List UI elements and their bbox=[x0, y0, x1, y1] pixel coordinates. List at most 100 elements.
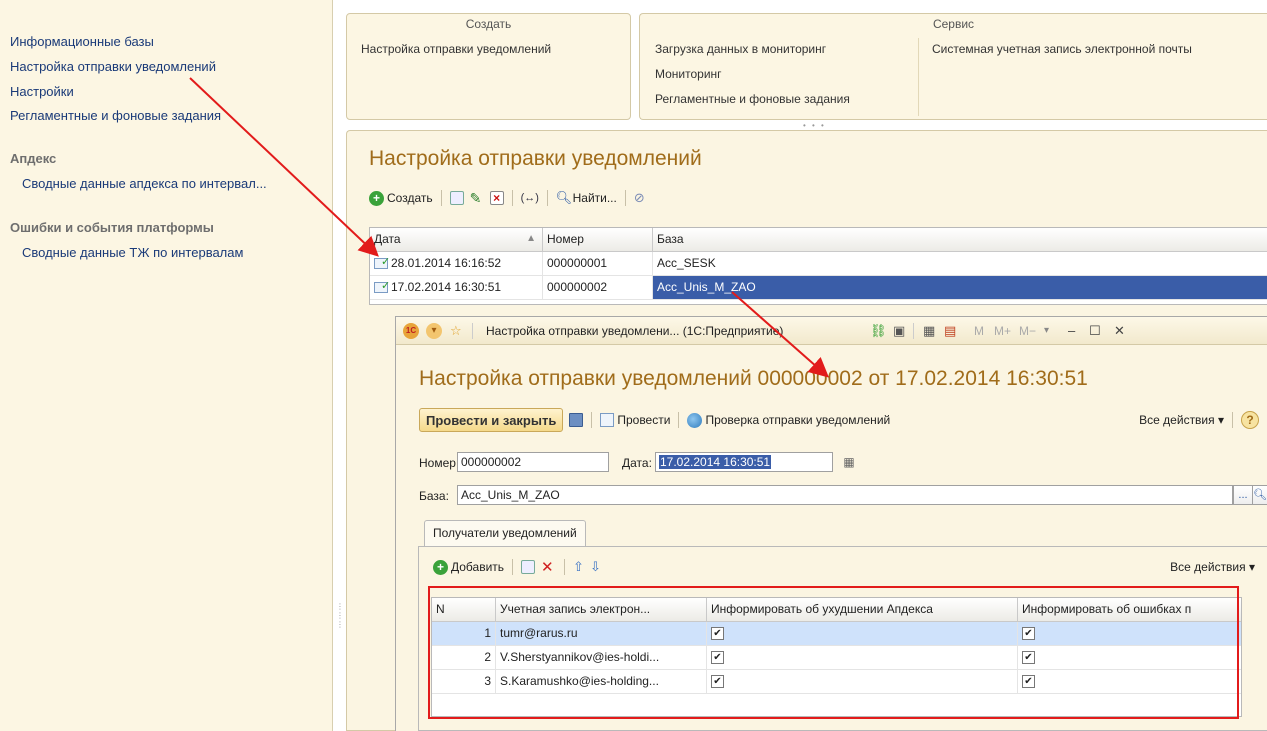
calculator-icon[interactable]: ▦ bbox=[923, 323, 935, 339]
help-icon[interactable]: ? bbox=[1241, 411, 1259, 429]
history-icon[interactable]: ▣ bbox=[893, 323, 905, 339]
errors-checkbox[interactable]: ✔ bbox=[1022, 675, 1035, 689]
delete-icon[interactable]: ✕ bbox=[541, 560, 556, 575]
minimize-icon[interactable]: – bbox=[1068, 323, 1075, 339]
check-notifications-button[interactable]: Проверка отправки уведомлений bbox=[687, 412, 891, 428]
tab-recipients[interactable]: Получатели уведомлений bbox=[424, 520, 586, 547]
column-base[interactable]: База bbox=[653, 228, 1267, 251]
document-toolbar: Провести и закрыть Провести Проверка отп… bbox=[419, 407, 1267, 433]
app-logo-icon[interactable]: 1C bbox=[403, 323, 419, 339]
add-button[interactable]: + Добавить bbox=[433, 559, 505, 575]
nav-link-infobases[interactable]: Информационные базы bbox=[10, 34, 154, 49]
recipients-toolbar: + Добавить ✕ ⇧ ⇩ Все действия ▾ bbox=[433, 557, 1255, 577]
toolbar-separator bbox=[564, 559, 566, 575]
errors-checkbox[interactable]: ✔ bbox=[1022, 627, 1035, 641]
cell-apdex: ✔ bbox=[707, 646, 1018, 669]
find-button[interactable]: 🔍︎ Найти... bbox=[555, 190, 617, 206]
menu-icon[interactable]: ▾ bbox=[426, 323, 442, 339]
column-date[interactable]: Дата ▲ bbox=[370, 228, 543, 251]
post-button[interactable]: Провести bbox=[600, 413, 670, 427]
service-load-monitoring[interactable]: Загрузка данных в мониторинг bbox=[655, 42, 826, 56]
create-notification-settings[interactable]: Настройка отправки уведомлений bbox=[361, 42, 551, 56]
table-all-actions-menu[interactable]: Все действия ▾ bbox=[1170, 560, 1255, 574]
add-button-label: Добавить bbox=[451, 560, 505, 574]
more-icon[interactable]: ▾ bbox=[1044, 323, 1049, 339]
post-and-close-button[interactable]: Провести и закрыть bbox=[419, 408, 564, 432]
column-errors-notify[interactable]: Информировать об ошибках п bbox=[1018, 598, 1241, 621]
list-header: Дата ▲ Номер База bbox=[370, 228, 1267, 252]
document-title: Настройка отправки уведомлений 000000002… bbox=[419, 367, 1088, 390]
document-window: 1C ▾ ☆ Настройка отправки уведомлени... … bbox=[395, 316, 1267, 731]
toolbar-separator bbox=[546, 190, 548, 206]
select-button[interactable]: ... bbox=[1233, 485, 1253, 505]
maximize-icon[interactable]: ☐ bbox=[1089, 323, 1101, 339]
toolbar-separator bbox=[591, 412, 593, 428]
check-notifications-label: Проверка отправки уведомлений bbox=[705, 413, 891, 427]
table-row-selected[interactable]: 1 tumr@rarus.ru ✔ ✔ bbox=[432, 622, 1241, 646]
create-button[interactable]: + Создать bbox=[369, 190, 433, 206]
favorite-star-icon[interactable]: ☆ bbox=[450, 323, 462, 339]
toolbar-separator bbox=[624, 190, 626, 206]
toolbar-separator bbox=[678, 412, 680, 428]
recipients-tab-body: + Добавить ✕ ⇧ ⇩ Все действия ▾ N Учетна… bbox=[418, 546, 1267, 731]
toolbar-separator bbox=[440, 190, 442, 206]
cell-apdex: ✔ bbox=[707, 622, 1018, 645]
list-form-title: Настройка отправки уведомлений bbox=[369, 147, 702, 170]
open-icon[interactable]: 🔍︎ bbox=[1252, 485, 1267, 505]
apdex-checkbox[interactable]: ✔ bbox=[711, 675, 724, 689]
service-monitoring[interactable]: Мониторинг bbox=[655, 67, 722, 81]
base-field[interactable]: Acc_Unis_M_ZAO bbox=[457, 485, 1233, 505]
copy-icon[interactable] bbox=[521, 560, 536, 574]
close-icon[interactable]: ✕ bbox=[1114, 323, 1125, 339]
find-button-label: Найти... bbox=[572, 191, 617, 205]
service-system-email-account[interactable]: Системная учетная запись электронной поч… bbox=[932, 42, 1192, 56]
table-row-selected[interactable]: 17.02.2014 16:30:51 000000002 Acc_Unis_M… bbox=[370, 276, 1267, 300]
cell-apdex: ✔ bbox=[707, 670, 1018, 693]
column-n[interactable]: N bbox=[432, 598, 496, 621]
all-actions-menu[interactable]: Все действия ▾ bbox=[1139, 413, 1224, 427]
nav-link-scheduled-jobs[interactable]: Регламентные и фоновые задания bbox=[10, 108, 221, 123]
service-scheduled-jobs[interactable]: Регламентные и фоновые задания bbox=[655, 92, 850, 106]
apdex-checkbox[interactable]: ✔ bbox=[711, 651, 724, 665]
memory-plus-icon[interactable]: M+ bbox=[994, 323, 1011, 339]
table-row[interactable]: 28.01.2014 16:16:52 000000001 Acc_SESK bbox=[370, 252, 1267, 276]
search-icon: 🔍︎ bbox=[555, 190, 573, 205]
interval-icon[interactable]: (↔) bbox=[521, 191, 539, 205]
window-titlebar[interactable]: 1C ▾ ☆ Настройка отправки уведомлени... … bbox=[396, 317, 1267, 345]
nav-link-notification-settings[interactable]: Настройка отправки уведомлений bbox=[10, 59, 216, 74]
table-row[interactable]: 2 V.Sherstyannikov@ies-holdi... ✔ ✔ bbox=[432, 646, 1241, 670]
delete-icon[interactable]: × bbox=[489, 191, 504, 205]
memory-minus-icon[interactable]: M− bbox=[1019, 323, 1036, 339]
calendar-icon[interactable]: ▤ bbox=[944, 323, 956, 339]
create-button-label: Создать bbox=[387, 191, 433, 205]
nav-link-tj-summary[interactable]: Сводные данные ТЖ по интервалам bbox=[22, 245, 243, 260]
cell-base: Acc_Unis_M_ZAO bbox=[653, 276, 1267, 299]
save-icon[interactable] bbox=[569, 413, 584, 427]
documents-list[interactable]: Дата▲ Номер База 28.01.2014 16:16:52 000… bbox=[369, 227, 1267, 305]
memory-m-icon[interactable]: M bbox=[974, 323, 984, 339]
nav-link-apdex-summary[interactable]: Сводные данные апдекса по интервал... bbox=[22, 176, 267, 191]
recipients-table[interactable]: N Учетная запись электрон... Информирова… bbox=[431, 597, 1242, 717]
errors-checkbox[interactable]: ✔ bbox=[1022, 651, 1035, 665]
move-down-icon[interactable]: ⇩ bbox=[590, 559, 601, 575]
move-up-icon[interactable]: ⇧ bbox=[573, 559, 584, 575]
apdex-checkbox[interactable]: ✔ bbox=[711, 627, 724, 641]
panel-splitter[interactable]: ⋮ ⋮ ⋮ bbox=[336, 602, 344, 629]
panel-resize-grip[interactable]: • • • bbox=[803, 121, 826, 130]
link-icon[interactable]: ⛓ bbox=[870, 323, 887, 339]
column-email-account[interactable]: Учетная запись электрон... bbox=[496, 598, 707, 621]
base-label: База: bbox=[419, 489, 449, 503]
cancel-search-icon[interactable]: ⊘ bbox=[634, 191, 650, 205]
titlebar-separator bbox=[913, 323, 914, 339]
table-row[interactable]: 3 S.Karamushko@ies-holding... ✔ ✔ bbox=[432, 670, 1241, 694]
calendar-icon[interactable]: ▦ bbox=[841, 454, 857, 470]
column-apdex-notify[interactable]: Информировать об ухудшении Апдекса bbox=[707, 598, 1018, 621]
number-field[interactable]: 000000002 bbox=[457, 452, 609, 472]
copy-icon[interactable] bbox=[449, 191, 464, 205]
date-field[interactable]: 17.02.2014 16:30:51 bbox=[655, 452, 833, 472]
column-number[interactable]: Номер bbox=[543, 228, 653, 251]
edit-icon[interactable]: ✎ bbox=[470, 191, 484, 205]
recipients-header: N Учетная запись электрон... Информирова… bbox=[432, 598, 1241, 622]
nav-link-settings[interactable]: Настройки bbox=[10, 84, 74, 99]
cell-n: 3 bbox=[432, 670, 496, 693]
